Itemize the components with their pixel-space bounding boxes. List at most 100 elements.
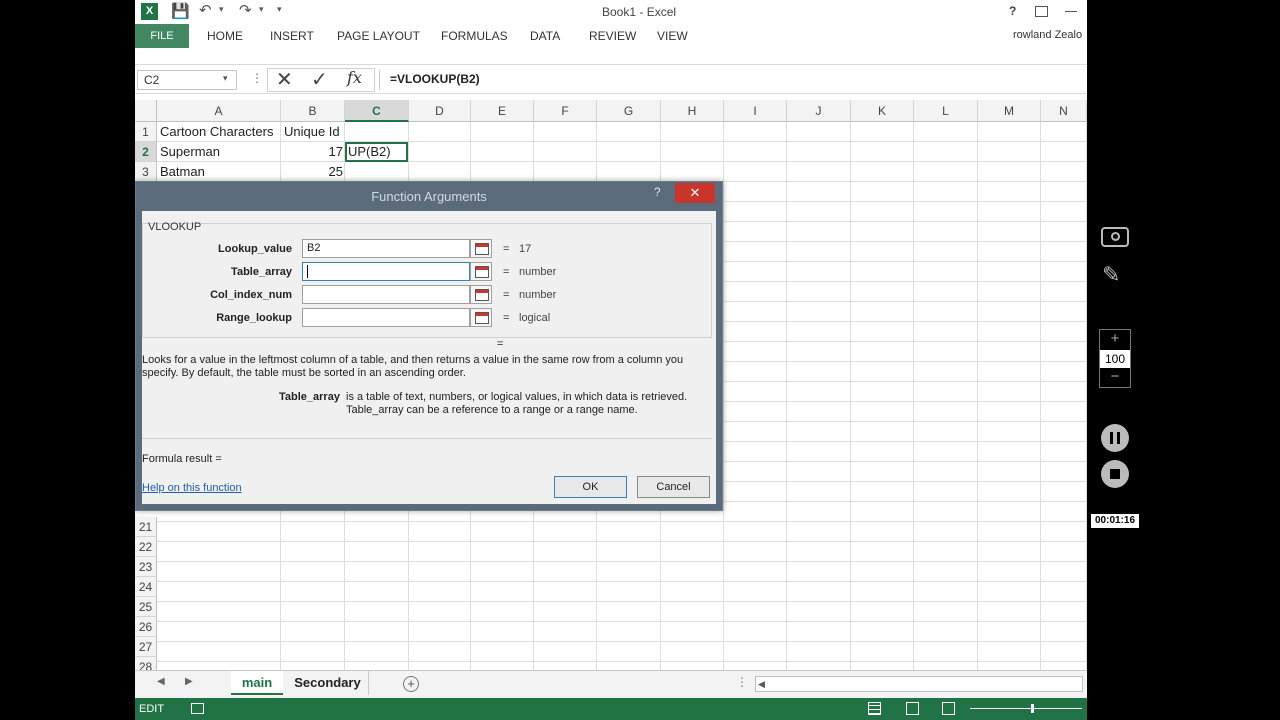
select-all-corner[interactable] xyxy=(135,100,157,122)
scroll-sheets-right-icon[interactable]: ▶ xyxy=(185,676,193,687)
redo-icon[interactable]: ↷ xyxy=(239,1,252,19)
row-header[interactable]: 23 xyxy=(135,557,157,577)
column-header-k[interactable]: K xyxy=(851,100,914,122)
page-layout-view-icon[interactable] xyxy=(906,702,919,715)
stop-icon[interactable] xyxy=(1101,460,1129,488)
column-header-i[interactable]: I xyxy=(724,100,787,122)
row-header[interactable]: 24 xyxy=(135,577,157,597)
grid-hline xyxy=(157,521,1087,522)
cell-b1[interactable]: Unique Id xyxy=(284,122,346,142)
column-header-j[interactable]: J xyxy=(787,100,851,122)
name-box-dropdown-icon[interactable]: ▾ xyxy=(223,73,228,84)
arg-help-line-1: is a table of text, numbers, or logical … xyxy=(346,391,688,403)
scroll-sheets-left-icon[interactable]: ◀ xyxy=(157,676,165,687)
cell-c2-editing[interactable]: UP(B2) xyxy=(345,142,408,162)
stop-square xyxy=(1110,469,1120,479)
cell-a3[interactable]: Batman xyxy=(160,162,280,182)
column-header-f[interactable]: F xyxy=(534,100,597,122)
zoom-in-button[interactable]: + xyxy=(1100,330,1130,349)
sheet-tab-secondary[interactable]: Secondary xyxy=(287,671,369,695)
tab-file[interactable]: FILE xyxy=(135,24,189,48)
camera-icon[interactable] xyxy=(1101,227,1129,247)
cancel-button[interactable]: Cancel xyxy=(637,476,710,498)
more-icon: ⋮ xyxy=(251,71,263,85)
grid-hline xyxy=(157,561,1087,562)
ribbon-display-icon[interactable] xyxy=(1035,6,1048,17)
arg-eq: = xyxy=(503,266,510,278)
macro-record-icon[interactable] xyxy=(191,703,204,714)
cell-b2[interactable]: 17 xyxy=(284,142,343,162)
column-header-c[interactable]: C xyxy=(345,100,409,122)
arg-input-table-array[interactable] xyxy=(302,262,470,281)
help-button[interactable]: ? xyxy=(1009,4,1016,18)
row-header[interactable]: 1 xyxy=(135,122,157,142)
tab-insert[interactable]: INSERT xyxy=(270,29,314,43)
tab-review[interactable]: REVIEW xyxy=(589,29,636,43)
row-header[interactable]: 2 xyxy=(135,142,157,162)
arg-label-col-index-num: Col_index_num xyxy=(210,289,292,301)
column-header-g[interactable]: G xyxy=(597,100,661,122)
zoom-slider[interactable] xyxy=(970,704,1082,713)
column-header-a[interactable]: A xyxy=(157,100,281,122)
formula-input[interactable]: =VLOOKUP(B2) xyxy=(379,70,1085,90)
cancel-entry-icon[interactable]: ✕ xyxy=(276,67,293,92)
cell-a1[interactable]: Cartoon Characters xyxy=(160,122,280,142)
cell-b3[interactable]: 25 xyxy=(284,162,343,182)
undo-dropdown-icon[interactable]: ▾ xyxy=(219,4,224,15)
undo-icon[interactable]: ↶ xyxy=(199,1,212,19)
pause-bar xyxy=(1110,432,1113,444)
name-box[interactable]: C2 xyxy=(137,70,237,90)
ok-button[interactable]: OK xyxy=(554,476,627,498)
collapse-dialog-icon[interactable] xyxy=(470,262,492,281)
user-name[interactable]: rowland Zealo xyxy=(1013,29,1082,41)
redo-dropdown-icon[interactable]: ▾ xyxy=(259,4,264,15)
minimize-icon[interactable] xyxy=(1065,11,1077,12)
tab-data[interactable]: DATA xyxy=(530,29,560,43)
pause-icon[interactable] xyxy=(1101,424,1129,452)
dialog-help-button[interactable]: ? xyxy=(654,185,661,199)
column-header-e[interactable]: E xyxy=(471,100,534,122)
tab-page-layout[interactable]: PAGE LAYOUT xyxy=(337,29,420,43)
save-icon[interactable]: 💾 xyxy=(171,2,190,20)
normal-view-icon[interactable] xyxy=(868,702,881,715)
pause-bar xyxy=(1117,432,1120,444)
scroll-left-icon[interactable]: ◀ xyxy=(758,679,765,690)
help-on-function-link[interactable]: Help on this function xyxy=(142,482,242,494)
tab-view[interactable]: VIEW xyxy=(657,29,688,43)
formula-bar: C2 ▾ ⋮ ✕ ✓ fx =VLOOKUP(B2) xyxy=(135,64,1087,94)
column-header-h[interactable]: H xyxy=(661,100,724,122)
zoom-slider-thumb[interactable] xyxy=(1031,704,1034,713)
collapse-dialog-icon[interactable] xyxy=(470,285,492,304)
column-header-l[interactable]: L xyxy=(914,100,978,122)
column-header-m[interactable]: M xyxy=(978,100,1041,122)
column-header-b[interactable]: B xyxy=(281,100,345,122)
column-header-d[interactable]: D xyxy=(409,100,471,122)
tab-formulas[interactable]: FORMULAS xyxy=(441,29,508,43)
arg-input-col-index-num[interactable] xyxy=(302,285,470,304)
pen-icon[interactable]: ✎ xyxy=(1102,262,1120,288)
customize-qat-icon[interactable]: ▾ xyxy=(277,4,282,15)
tab-home[interactable]: HOME xyxy=(207,29,243,43)
row-header[interactable]: 3 xyxy=(135,162,157,182)
row-header[interactable]: 27 xyxy=(135,637,157,657)
horizontal-scrollbar[interactable]: ◀ xyxy=(755,676,1083,692)
zoom-out-button[interactable]: − xyxy=(1100,368,1130,387)
zoom-control: + 100 − xyxy=(1099,329,1131,388)
row-header[interactable]: 22 xyxy=(135,537,157,557)
arg-input-range-lookup[interactable] xyxy=(302,308,470,327)
column-header-n[interactable]: N xyxy=(1041,100,1087,122)
arg-input-lookup-value[interactable]: B2 xyxy=(302,239,470,258)
cell-a2[interactable]: Superman xyxy=(160,142,280,162)
sheet-tab-main[interactable]: main xyxy=(231,671,283,695)
status-bar: EDIT xyxy=(135,698,1087,720)
row-header[interactable]: 26 xyxy=(135,617,157,637)
enter-check-icon[interactable]: ✓ xyxy=(311,67,328,92)
dialog-close-button[interactable]: ✕ xyxy=(675,183,715,203)
new-sheet-icon[interactable]: + xyxy=(403,676,419,692)
collapse-dialog-icon[interactable] xyxy=(470,308,492,327)
page-break-view-icon[interactable] xyxy=(942,702,955,715)
insert-function-icon[interactable]: fx xyxy=(347,68,362,87)
row-header[interactable]: 21 xyxy=(135,517,157,537)
collapse-dialog-icon[interactable] xyxy=(470,239,492,258)
row-header[interactable]: 25 xyxy=(135,597,157,617)
